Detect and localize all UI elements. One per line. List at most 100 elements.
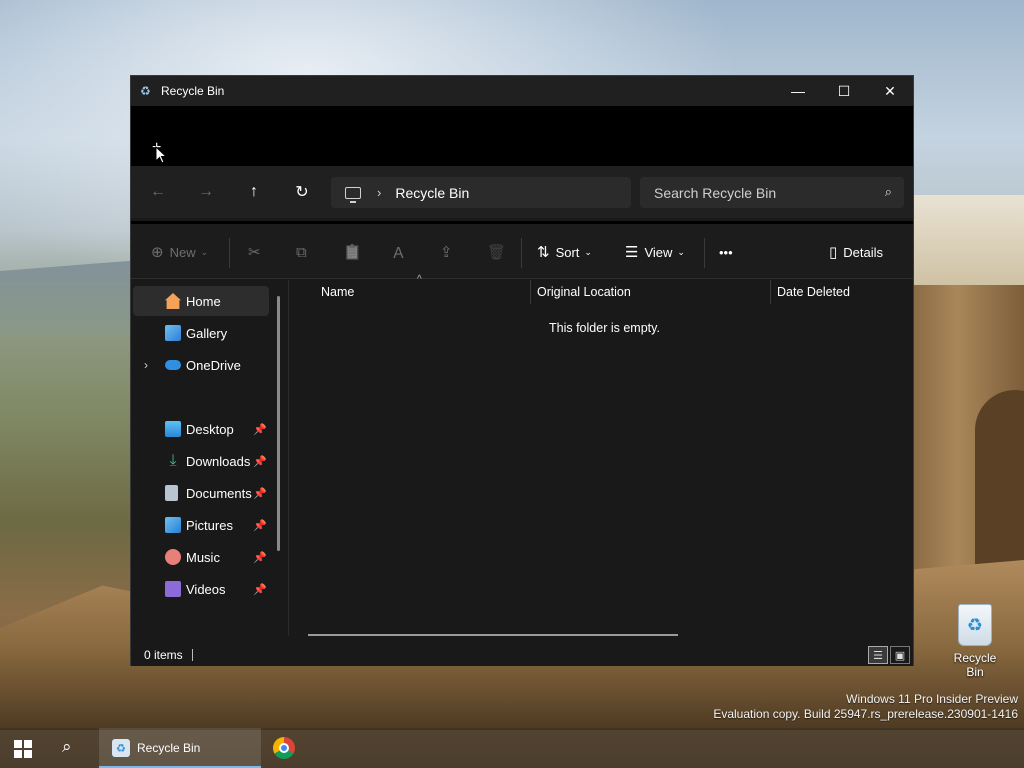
refresh-button[interactable]: ↻ [290, 180, 314, 204]
more-options-button[interactable]: ••• [719, 240, 733, 264]
videos-icon [165, 581, 181, 597]
up-button[interactable]: ↑ [242, 180, 266, 204]
window-title: Recycle Bin [161, 84, 225, 98]
sidebar-item-downloads[interactable]: ⤓ Downloads 📌 [133, 446, 269, 476]
pin-icon[interactable]: 📌 [253, 455, 267, 468]
back-button[interactable]: ← [146, 180, 170, 204]
sidebar-item-label: OneDrive [186, 357, 241, 373]
wallpaper-town [912, 195, 1024, 285]
sidebar-scrollbar[interactable] [277, 296, 280, 551]
pin-icon[interactable]: 📌 [253, 519, 267, 532]
toolbar-separator [521, 238, 522, 268]
copy-button[interactable]: ⧉ [296, 240, 313, 264]
sidebar-item-pictures[interactable]: Pictures 📌 [133, 510, 269, 540]
chrome-icon[interactable] [273, 737, 295, 759]
clipboard-icon: 📋 [343, 244, 362, 261]
breadcrumb-recycle-bin[interactable]: Recycle Bin [395, 185, 469, 201]
document-icon [165, 485, 178, 501]
search-input[interactable] [654, 184, 864, 201]
sidebar-item-label: Home [186, 293, 221, 309]
column-divider[interactable] [530, 280, 531, 304]
download-arrow-icon: ⤓ [169, 452, 177, 469]
rename-button[interactable]: Ａ [391, 240, 412, 264]
trash-icon: 🗑 [487, 244, 507, 261]
details-button[interactable]: ▯ Details [829, 240, 883, 264]
windows-logo-icon [24, 740, 32, 748]
chevron-right-icon[interactable]: › [377, 185, 381, 200]
maximize-button[interactable]: ☐ [821, 76, 867, 106]
search-icon[interactable]: ⌕ [885, 184, 892, 200]
sidebar-item-documents[interactable]: Documents 📌 [133, 478, 269, 508]
empty-folder-message: This folder is empty. [549, 321, 660, 335]
rename-icon: Ａ [391, 244, 407, 262]
pin-icon[interactable]: 📌 [253, 487, 267, 500]
column-header-date-deleted[interactable]: Date Deleted [777, 280, 850, 304]
details-label: Details [843, 244, 884, 260]
close-button[interactable]: ✕ [867, 76, 913, 106]
file-explorer-window: ♻ Recycle Bin — ☐ ✕ + ← → ↑ ↻ › Recycle … [130, 75, 914, 666]
forward-button[interactable]: → [194, 180, 218, 204]
sidebar-item-label: Gallery [186, 325, 228, 341]
title-bar[interactable]: ♻ Recycle Bin — ☐ ✕ [131, 76, 913, 106]
sidebar-item-onedrive[interactable]: › OneDrive [133, 350, 269, 380]
sort-button[interactable]: ⇅ Sort ⌄ [537, 240, 592, 264]
paste-button[interactable]: 📋 [343, 240, 368, 264]
this-pc-icon[interactable] [345, 186, 361, 203]
sort-label: Sort [555, 244, 580, 260]
column-header-original-location[interactable]: Original Location [537, 280, 631, 304]
windows-logo-icon [14, 750, 22, 758]
file-list: ^ Name Original Location Date Deleted Th… [289, 274, 914, 636]
details-pane-icon: ▯ [829, 244, 838, 261]
sidebar-item-gallery[interactable]: Gallery [133, 318, 269, 348]
evaluation-watermark: Windows 11 Pro Insider Preview Evaluatio… [713, 692, 1018, 722]
ellipsis-icon: ••• [719, 244, 733, 260]
start-button[interactable] [14, 740, 32, 758]
sidebar-item-music[interactable]: Music 📌 [133, 542, 269, 572]
recycle-bin-icon: ♻ [112, 739, 130, 757]
windows-logo-icon [24, 750, 32, 758]
sort-icon: ⇅ [537, 244, 550, 261]
new-label: New [169, 244, 196, 260]
item-count: 0 items [144, 648, 183, 662]
column-divider[interactable] [770, 280, 771, 304]
window-controls: — ☐ ✕ [775, 76, 913, 106]
search-box[interactable]: ⌕ [640, 177, 904, 208]
minimize-button[interactable]: — [775, 76, 821, 106]
pin-icon[interactable]: 📌 [253, 551, 267, 564]
large-icons-view-toggle[interactable]: ▣ [890, 646, 910, 664]
list-view-icon: ☰ [873, 649, 883, 662]
sidebar-item-home[interactable]: Home [133, 286, 269, 316]
column-header-name[interactable]: Name [321, 280, 354, 304]
sidebar-item-videos[interactable]: Videos 📌 [133, 574, 269, 604]
taskbar-recycle-bin[interactable]: ♻ Recycle Bin [99, 728, 261, 768]
details-view-toggle[interactable]: ☰ [868, 646, 888, 664]
onedrive-icon [165, 360, 181, 370]
taskbar-app-label: Recycle Bin [137, 741, 201, 755]
sidebar-item-label: Music [186, 549, 220, 565]
new-button[interactable]: ⊕ New ⌄ [151, 240, 208, 264]
desktop-recycle-bin[interactable]: ♻ Recycle Bin [944, 600, 1006, 679]
chevron-down-icon: ⌄ [677, 246, 685, 257]
sidebar-item-desktop[interactable]: Desktop 📌 [133, 414, 269, 444]
share-button[interactable]: ⇪ [440, 240, 459, 264]
sort-ascending-icon: ^ [417, 274, 422, 285]
sidebar-item-label: Pictures [186, 517, 233, 533]
view-button[interactable]: ☰ View ⌄ [625, 240, 685, 264]
address-bar[interactable]: › Recycle Bin [331, 177, 631, 208]
sidebar-item-label: Videos [186, 581, 226, 597]
pin-icon[interactable]: 📌 [253, 423, 267, 436]
navigation-pane: Home Gallery › OneDrive Desktop 📌 ⤓ Down… [131, 280, 281, 636]
pin-icon[interactable]: 📌 [253, 583, 267, 596]
share-icon: ⇪ [440, 244, 453, 261]
mouse-cursor-icon [155, 146, 167, 164]
search-icon[interactable]: ⌕ [62, 737, 72, 757]
scissors-icon: ✂ [248, 244, 261, 261]
windows-logo-icon [14, 740, 22, 748]
horizontal-scrollbar[interactable] [308, 634, 678, 636]
delete-button[interactable]: 🗑 [487, 240, 512, 264]
taskbar: ⌕ ♻ Recycle Bin [0, 728, 1024, 768]
chevron-right-icon[interactable]: › [144, 358, 148, 372]
cut-button[interactable]: ✂ [248, 240, 267, 264]
recycle-bin-icon: ♻ [140, 84, 151, 98]
navigation-bar: ← → ↑ ↻ › Recycle Bin ⌕ [131, 166, 913, 218]
